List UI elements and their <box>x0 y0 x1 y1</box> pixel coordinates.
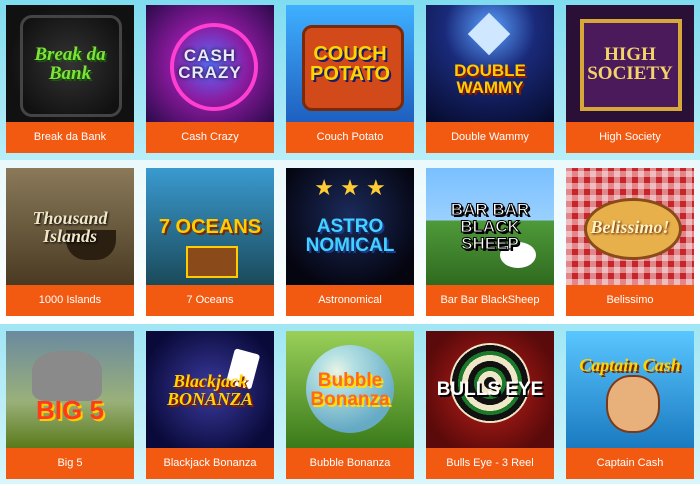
game-title: Double Wammy <box>426 122 554 153</box>
game-tile-7-oceans[interactable]: 7 OCEANS 7 Oceans <box>146 168 274 316</box>
game-tile-break-da-bank[interactable]: Break da Bank Break da Bank <box>6 5 134 153</box>
game-title: Bubble Bonanza <box>286 448 414 479</box>
game-tile-astronomical[interactable]: ★ ★ ★ ASTRO NOMICAL Astronomical <box>286 168 414 316</box>
game-title: Captain Cash <box>566 448 694 479</box>
game-logo: Thousand Islands <box>32 207 108 246</box>
game-thumbnail: Blackjack BONANZA <box>146 331 274 448</box>
game-thumbnail: Belissimo! <box>566 168 694 285</box>
game-logo: Break da Bank <box>34 43 106 84</box>
game-tile-double-wammy[interactable]: DOUBLE WAMMY Double Wammy <box>426 5 554 153</box>
game-logo: CASH CRAZY <box>178 45 242 82</box>
game-tile-bulls-eye-3-reel[interactable]: BULLS EYE Bulls Eye - 3 Reel <box>426 331 554 479</box>
game-title: 7 Oceans <box>146 285 274 316</box>
game-thumbnail: BIG 5 <box>6 331 134 448</box>
game-thumbnail: Thousand Islands <box>6 168 134 285</box>
game-title: Belissimo <box>566 285 694 316</box>
game-thumbnail: BAR BAR BLACK SHEEP <box>426 168 554 285</box>
game-logo: DOUBLE WAMMY <box>454 60 526 97</box>
game-tile-blackjack-bonanza[interactable]: Blackjack BONANZA Blackjack Bonanza <box>146 331 274 479</box>
game-title: Couch Potato <box>286 122 414 153</box>
game-logo: 7 OCEANS <box>158 215 262 238</box>
game-tile-cash-crazy[interactable]: CASH CRAZY Cash Crazy <box>146 5 274 153</box>
game-tile-big-5[interactable]: BIG 5 Big 5 <box>6 331 134 479</box>
game-tile-belissimo[interactable]: Belissimo! Belissimo <box>566 168 694 316</box>
game-logo: BULLS EYE <box>436 379 544 400</box>
game-title: High Society <box>566 122 694 153</box>
game-thumbnail: Captain Cash <box>566 331 694 448</box>
game-thumbnail: COUCH POTATO <box>286 5 414 122</box>
game-title: Bulls Eye - 3 Reel <box>426 448 554 479</box>
game-logo: HIGH SOCIETY <box>587 43 673 84</box>
game-thumbnail: ★ ★ ★ ASTRO NOMICAL <box>286 168 414 285</box>
game-thumbnail: DOUBLE WAMMY <box>426 5 554 122</box>
game-tile-bar-bar-blacksheep[interactable]: BAR BAR BLACK SHEEP Bar Bar BlackSheep <box>426 168 554 316</box>
game-logo: Blackjack BONANZA <box>166 370 253 409</box>
game-logo: BAR BAR BLACK SHEEP <box>450 200 530 253</box>
game-logo: Captain Cash <box>579 354 681 375</box>
game-logo: COUCH POTATO <box>310 42 390 85</box>
game-title: Cash Crazy <box>146 122 274 153</box>
game-thumbnail: HIGH SOCIETY <box>566 5 694 122</box>
game-thumbnail: BULLS EYE <box>426 331 554 448</box>
game-thumbnail: Bubble Bonanza <box>286 331 414 448</box>
game-grid: Break da Bank Break da Bank CASH CRAZY C… <box>0 0 700 484</box>
game-title: Bar Bar BlackSheep <box>426 285 554 316</box>
game-tile-high-society[interactable]: HIGH SOCIETY High Society <box>566 5 694 153</box>
game-logo: Bubble Bonanza <box>310 369 390 410</box>
game-logo: ASTRO NOMICAL <box>305 215 395 256</box>
game-title: Blackjack Bonanza <box>146 448 274 479</box>
game-thumbnail: Break da Bank <box>6 5 134 122</box>
game-logo: BIG 5 <box>36 394 104 425</box>
game-title: Astronomical <box>286 285 414 316</box>
game-thumbnail: CASH CRAZY <box>146 5 274 122</box>
game-tile-1000-islands[interactable]: Thousand Islands 1000 Islands <box>6 168 134 316</box>
game-tile-bubble-bonanza[interactable]: Bubble Bonanza Bubble Bonanza <box>286 331 414 479</box>
game-tile-couch-potato[interactable]: COUCH POTATO Couch Potato <box>286 5 414 153</box>
game-thumbnail: 7 OCEANS <box>146 168 274 285</box>
game-title: Break da Bank <box>6 122 134 153</box>
game-title: Big 5 <box>6 448 134 479</box>
game-logo: Belissimo! <box>590 216 670 237</box>
game-title: 1000 Islands <box>6 285 134 316</box>
game-tile-captain-cash[interactable]: Captain Cash Captain Cash <box>566 331 694 479</box>
